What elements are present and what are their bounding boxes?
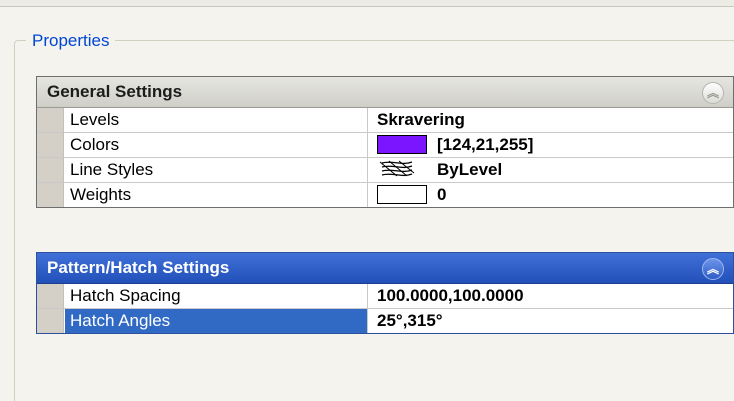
row-gutter: [37, 158, 64, 182]
hatch-spacing-label: Hatch Spacing: [70, 286, 181, 305]
property-row-hatch-spacing[interactable]: Hatch Spacing 100.0000,100.0000: [37, 284, 733, 308]
weights-value[interactable]: 0: [367, 183, 733, 207]
line-styles-value-text: ByLevel: [437, 160, 503, 179]
colors-value[interactable]: [124,21,255]: [367, 133, 733, 157]
colors-label: Colors: [70, 135, 120, 154]
weight-icon: [377, 185, 427, 205]
pattern-hatch-settings-title: Pattern/Hatch Settings: [47, 258, 230, 277]
properties-title: Properties: [26, 30, 116, 52]
line-style-icon: [379, 160, 415, 177]
hatch-angles-label: Hatch Angles: [65, 309, 367, 333]
weights-label: Weights: [70, 185, 132, 204]
colors-value-text: [124,21,255]: [437, 135, 534, 154]
hatch-angles-value[interactable]: 25°,315°: [367, 309, 733, 333]
property-row-levels[interactable]: Levels Skravering: [37, 108, 733, 132]
levels-value-text: Skravering: [377, 110, 465, 129]
top-divider: [0, 0, 734, 7]
line-styles-value[interactable]: ByLevel: [367, 158, 733, 182]
collapse-pattern-icon[interactable]: ︽: [702, 258, 724, 280]
row-gutter: [37, 183, 64, 207]
hatch-spacing-value[interactable]: 100.0000,100.0000: [367, 284, 733, 308]
property-row-weights[interactable]: Weights 0: [37, 182, 733, 207]
hatch-spacing-value-text: 100.0000,100.0000: [377, 286, 524, 305]
weights-value-text: 0: [437, 185, 447, 204]
line-styles-label: Line Styles: [70, 160, 154, 179]
color-swatch: [377, 135, 427, 155]
property-row-hatch-angles[interactable]: Hatch Angles 25°,315°: [37, 308, 733, 333]
row-gutter: [37, 284, 64, 308]
row-gutter: [37, 133, 64, 157]
row-gutter: [37, 309, 64, 333]
levels-label: Levels: [70, 110, 120, 129]
general-settings-header[interactable]: General Settings ︽: [37, 77, 733, 108]
property-row-line-styles[interactable]: Line Styles ByLevel: [37, 157, 733, 182]
row-gutter: [37, 108, 64, 132]
levels-value[interactable]: Skravering: [367, 108, 733, 132]
general-settings-panel: General Settings ︽ Levels Skravering Col…: [36, 76, 734, 208]
pattern-hatch-settings-header[interactable]: Pattern/Hatch Settings ︽: [37, 253, 733, 284]
collapse-general-icon[interactable]: ︽: [702, 82, 724, 104]
general-settings-title: General Settings: [47, 82, 183, 101]
property-row-colors[interactable]: Colors [124,21,255]: [37, 132, 733, 157]
hatch-angles-value-text: 25°,315°: [377, 311, 443, 330]
pattern-hatch-settings-panel: Pattern/Hatch Settings ︽ Hatch Spacing 1…: [36, 252, 734, 334]
